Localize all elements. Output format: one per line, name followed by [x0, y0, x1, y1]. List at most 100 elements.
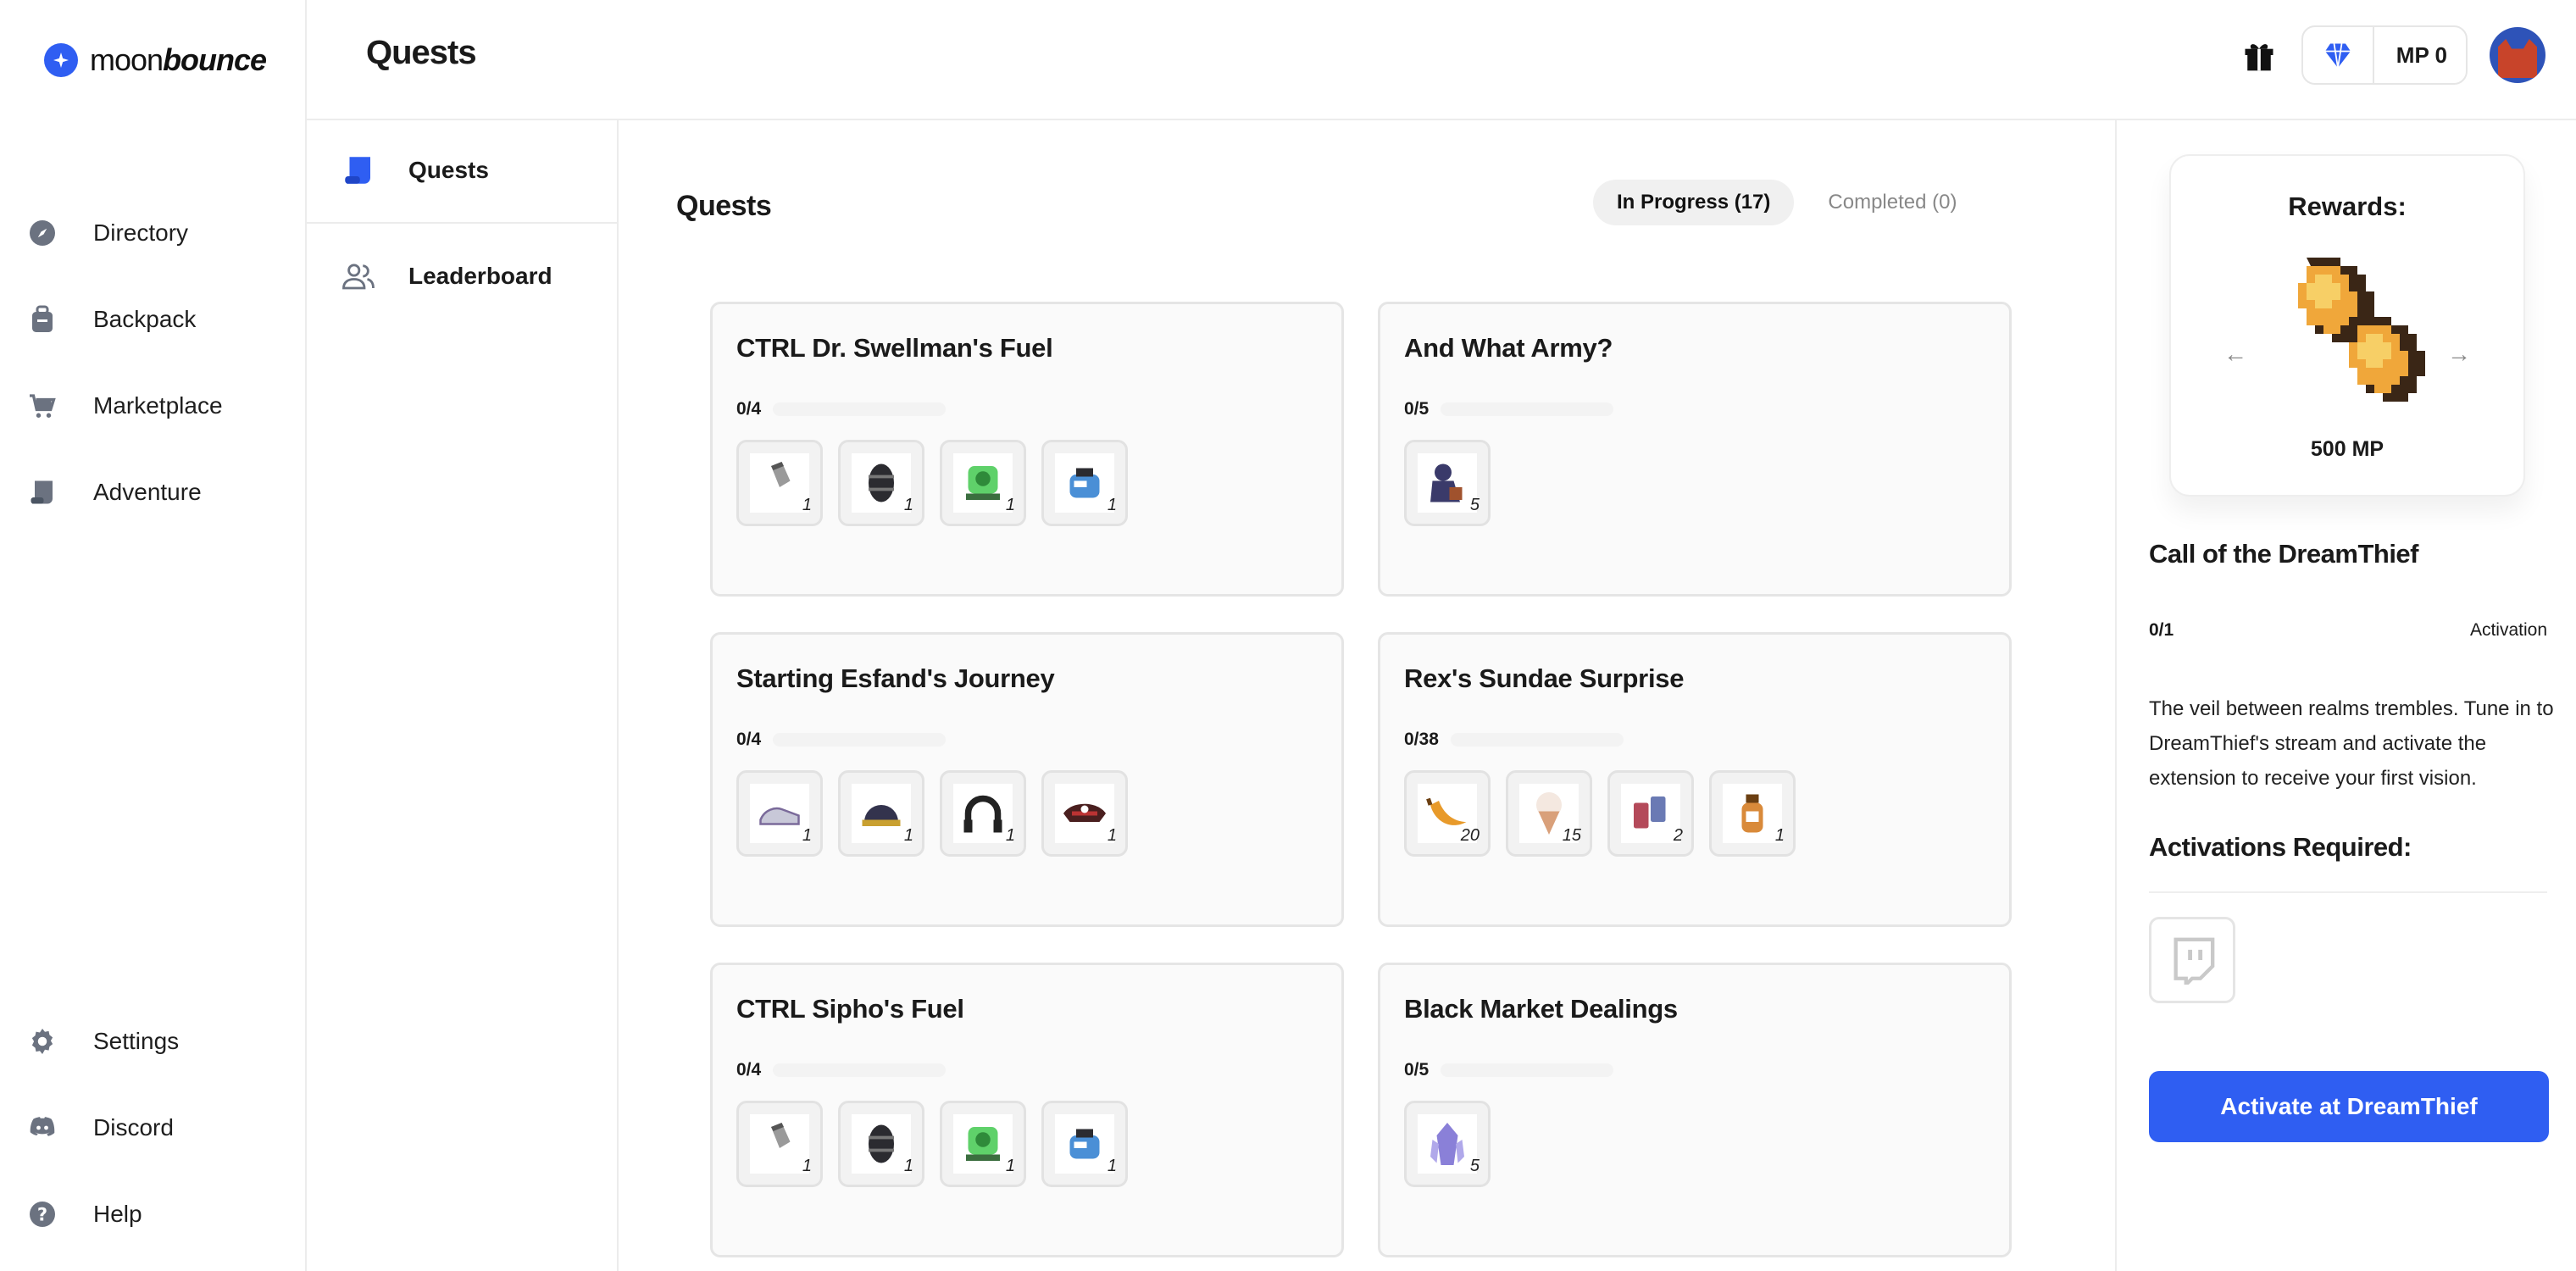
quest-items: 5 — [1404, 1101, 1985, 1187]
sidebar-item-directory[interactable]: Directory — [25, 190, 223, 276]
sidebar-item-settings[interactable]: Settings — [25, 998, 179, 1085]
item-count: 1 — [903, 1157, 913, 1175]
quest-items: 1 1 1 1 — [736, 770, 1318, 857]
quest-card[interactable]: Rex's Sundae Surprise 0/38 20 15 2 1 — [1378, 632, 2012, 927]
quest-items: 20 15 2 1 — [1404, 770, 1985, 857]
arrow-right-icon[interactable]: → — [2447, 341, 2471, 368]
quest-card[interactable]: Starting Esfand's Journey 0/4 1 1 1 1 — [710, 632, 1344, 927]
users-icon — [342, 264, 375, 290]
quest-detail-progress-label: Activation — [2469, 620, 2547, 640]
quest-progress-value: 0/5 — [1404, 399, 1430, 419]
quest-progress: 0/4 — [736, 399, 1318, 419]
quest-item-slot[interactable]: 20 — [1404, 770, 1491, 857]
salt-shaker-icon — [750, 453, 809, 513]
pirate-hat-icon — [1055, 784, 1114, 843]
barrel-icon — [852, 453, 911, 513]
discord-icon — [25, 1111, 59, 1145]
sidebar-item-label: Discord — [93, 1114, 174, 1141]
quest-item-slot[interactable]: 1 — [736, 440, 823, 526]
quest-item-slot[interactable]: 1 — [940, 770, 1026, 857]
arrow-left-icon[interactable]: ← — [2223, 341, 2247, 368]
quest-items: 1 1 1 1 — [736, 440, 1318, 526]
quest-progress: 0/4 — [736, 730, 1318, 750]
quest-item-slot[interactable]: 1 — [838, 1101, 924, 1187]
quests-subnav: Quests Leaderboard — [307, 119, 619, 1271]
item-count: 1 — [1005, 1157, 1015, 1175]
quest-item-slot[interactable]: 1 — [940, 440, 1026, 526]
rewards-title: Rewards: — [2288, 191, 2407, 221]
sidebar-nav-bottom: Settings Discord ? Help — [25, 998, 179, 1257]
mp-balance-value: MP 0 — [2396, 42, 2447, 68]
quest-progress: 0/38 — [1404, 730, 1985, 750]
quest-item-slot[interactable]: 1 — [1709, 770, 1796, 857]
item-count: 5 — [1469, 496, 1480, 514]
sidebar-item-label: Adventure — [93, 479, 202, 505]
subnav-item-quests[interactable]: Quests — [307, 119, 617, 224]
quest-item-slot[interactable]: 1 — [838, 770, 924, 857]
activate-button[interactable]: Activate at DreamThief — [2149, 1071, 2549, 1142]
barrel-icon — [852, 1114, 911, 1174]
item-count: 1 — [1107, 826, 1117, 845]
mp-balance[interactable]: MP 0 — [2301, 25, 2468, 85]
quest-item-slot[interactable]: 1 — [940, 1101, 1026, 1187]
sidebar-item-backpack[interactable]: Backpack — [25, 276, 223, 363]
sidebar-item-label: Help — [93, 1201, 142, 1227]
sidebar-item-label: Directory — [93, 219, 189, 246]
gift-icon[interactable] — [2239, 35, 2279, 75]
activations-title: Activations Required: — [2149, 832, 2412, 862]
quest-grid: CTRL Dr. Swellman's Fuel 0/4 1 1 1 1 And What … — [710, 302, 2012, 1257]
help-icon: ? — [25, 1197, 59, 1231]
quest-title: And What Army? — [1404, 333, 1613, 363]
quest-item-slot[interactable]: 1 — [736, 1101, 823, 1187]
crystal-icon — [1418, 1114, 1477, 1174]
item-count: 20 — [1460, 826, 1480, 845]
bottle-icon — [1723, 784, 1782, 843]
quest-item-slot[interactable]: 5 — [1404, 440, 1491, 526]
quest-item-slot[interactable]: 1 — [1041, 440, 1128, 526]
item-count: 1 — [1107, 496, 1117, 514]
item-count: 1 — [802, 496, 812, 514]
avatar[interactable] — [2490, 27, 2545, 83]
blue-jar-icon — [1055, 1114, 1114, 1174]
sidebar-item-discord[interactable]: Discord — [25, 1085, 179, 1171]
sidebar-item-adventure[interactable]: Adventure — [25, 449, 223, 536]
quest-item-slot[interactable]: 15 — [1506, 770, 1592, 857]
quest-items: 5 — [1404, 440, 1985, 526]
quest-item-slot[interactable]: 5 — [1404, 1101, 1491, 1187]
rewards-card: Rewards: ← → 500 MP — [2169, 154, 2525, 497]
brand-logo[interactable]: moonbounce — [44, 42, 267, 78]
sidebar-item-help[interactable]: ? Help — [25, 1171, 179, 1257]
quest-item-slot[interactable]: 1 — [1041, 1101, 1128, 1187]
header-actions: MP 0 — [2239, 25, 2545, 85]
subnav-item-leaderboard[interactable]: Leaderboard — [307, 224, 617, 329]
quest-progress-value: 0/4 — [736, 1060, 762, 1080]
quest-title: CTRL Dr. Swellman's Fuel — [736, 333, 1053, 363]
item-count: 1 — [1005, 496, 1015, 514]
twitch-icon[interactable] — [2149, 917, 2235, 1003]
quest-progress: 0/4 — [736, 1060, 1318, 1080]
quest-detail-progress: 0/1 Activation — [2149, 620, 2547, 641]
quest-item-slot[interactable]: 2 — [1607, 770, 1694, 857]
quest-card[interactable]: CTRL Dr. Swellman's Fuel 0/4 1 1 1 1 — [710, 302, 1344, 597]
helmet-icon — [852, 784, 911, 843]
quest-card[interactable]: And What Army? 0/5 5 — [1378, 302, 2012, 597]
sidebar-item-marketplace[interactable]: Marketplace — [25, 363, 223, 449]
brand-mark-icon — [44, 43, 78, 77]
quest-progress-value: 0/38 — [1404, 730, 1439, 749]
quest-card[interactable]: Black Market Dealings 0/5 5 — [1378, 963, 2012, 1257]
gear-icon — [25, 1024, 59, 1058]
tab-completed[interactable]: Completed (0) — [1804, 180, 1980, 225]
svg-text:?: ? — [37, 1205, 47, 1225]
diamond-icon — [2303, 27, 2374, 83]
item-count: 5 — [1469, 1157, 1480, 1175]
sidebar-item-label: Backpack — [93, 306, 197, 332]
quest-item-slot[interactable]: 1 — [838, 440, 924, 526]
quest-item-slot[interactable]: 1 — [736, 770, 823, 857]
salt-shaker-icon — [750, 1114, 809, 1174]
tab-in-progress[interactable]: In Progress (17) — [1593, 180, 1795, 225]
blue-jar-icon — [1055, 453, 1114, 513]
progress-bar — [773, 1063, 947, 1077]
shoe-icon — [750, 784, 809, 843]
quest-item-slot[interactable]: 1 — [1041, 770, 1128, 857]
quest-card[interactable]: CTRL Sipho's Fuel 0/4 1 1 1 1 — [710, 963, 1344, 1257]
